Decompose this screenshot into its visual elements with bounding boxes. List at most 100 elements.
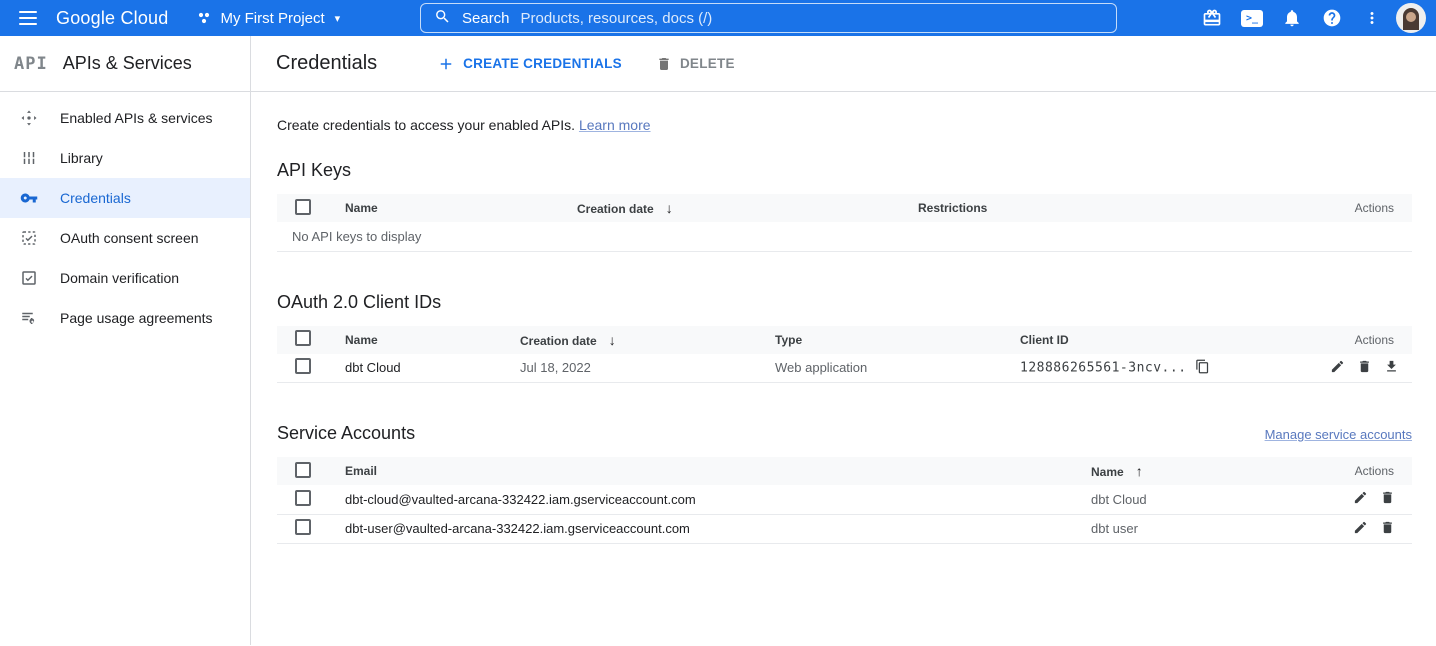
- oauth-clients-table: Name Creation date↓ Type Client ID Actio…: [277, 326, 1412, 384]
- help-icon: [1322, 8, 1342, 28]
- search-bar[interactable]: Search Products, resources, docs (/): [420, 3, 1117, 33]
- sidebar-item-label: Enabled APIs & services: [60, 110, 213, 126]
- edit-service-account-button[interactable]: [1353, 490, 1368, 508]
- delete-button[interactable]: DELETE: [656, 56, 735, 72]
- delete-service-account-button[interactable]: [1380, 490, 1395, 508]
- trash-icon: [1380, 490, 1395, 505]
- empty-state-text: No API keys to display: [277, 222, 1412, 251]
- create-credentials-button[interactable]: CREATE CREDENTIALS: [437, 55, 622, 73]
- column-header-actions: Actions: [1312, 194, 1412, 222]
- sort-desc-icon: ↓: [609, 332, 616, 348]
- select-all-checkbox[interactable]: [295, 199, 311, 215]
- service-accounts-table: Email Name↑ Actions dbt-cloud@vaulted-ar…: [277, 457, 1412, 544]
- project-name: My First Project: [220, 10, 324, 27]
- sidebar-item-label: Library: [60, 150, 103, 166]
- column-header-name[interactable]: Name: [329, 326, 504, 354]
- table-row: dbt-user@vaulted-arcana-332422.iam.gserv…: [277, 514, 1412, 543]
- learn-more-link[interactable]: Learn more: [579, 117, 651, 133]
- api-product-icon: API: [14, 54, 48, 74]
- sidebar-item-label: Credentials: [60, 190, 131, 206]
- sidebar-nav: Enabled APIs & services Library Credenti…: [0, 92, 251, 645]
- table-row: dbt Cloud Jul 18, 2022 Web application 1…: [277, 354, 1412, 383]
- help-button[interactable]: [1316, 2, 1348, 34]
- sidebar-title: APIs & Services: [63, 53, 192, 74]
- column-header-client-id[interactable]: Client ID: [1004, 326, 1302, 354]
- delete-service-account-button[interactable]: [1380, 520, 1395, 538]
- more-options-button[interactable]: [1356, 2, 1388, 34]
- intro-text: Create credentials to access your enable…: [277, 117, 1412, 133]
- library-icon: [20, 149, 38, 167]
- sidebar-item-domain-verification[interactable]: Domain verification: [0, 258, 250, 298]
- sidebar-header: API APIs & Services: [0, 36, 251, 91]
- sidebar-item-oauth-consent[interactable]: OAuth consent screen: [0, 218, 250, 258]
- row-checkbox[interactable]: [295, 519, 311, 535]
- sidebar-item-credentials[interactable]: Credentials: [0, 178, 250, 218]
- google-cloud-logo[interactable]: Google Cloud: [56, 8, 168, 29]
- column-header-creation-date[interactable]: Creation date↓: [561, 194, 902, 222]
- column-header-restrictions[interactable]: Restrictions: [902, 194, 1312, 222]
- column-header-name[interactable]: Name: [329, 194, 561, 222]
- search-icon: [434, 8, 451, 29]
- edit-client-button[interactable]: [1330, 359, 1345, 377]
- column-header-email[interactable]: Email: [329, 457, 1075, 485]
- sort-asc-icon: ↑: [1136, 463, 1143, 479]
- cloud-shell-icon: >_: [1241, 10, 1263, 27]
- service-accounts-header-row: Email Name↑ Actions: [277, 457, 1412, 485]
- hamburger-menu-button[interactable]: [0, 0, 56, 36]
- select-all-checkbox[interactable]: [295, 462, 311, 478]
- edit-icon: [1353, 490, 1368, 505]
- delete-label: DELETE: [680, 56, 735, 71]
- cloud-shell-button[interactable]: >_: [1236, 2, 1268, 34]
- trash-icon: [1357, 359, 1372, 374]
- api-keys-empty-row: No API keys to display: [277, 222, 1412, 251]
- oauth-consent-icon: [20, 229, 38, 247]
- avatar[interactable]: [1396, 3, 1426, 33]
- column-header-creation-date[interactable]: Creation date↓: [504, 326, 759, 354]
- column-header-type[interactable]: Type: [759, 326, 1004, 354]
- edit-icon: [1330, 359, 1345, 374]
- table-row: dbt-cloud@vaulted-arcana-332422.iam.gser…: [277, 485, 1412, 514]
- client-type: Web application: [759, 354, 1004, 383]
- enabled-apis-icon: [20, 109, 38, 127]
- notifications-button[interactable]: [1276, 2, 1308, 34]
- topbar: Google Cloud My First Project ▾ Search P…: [0, 0, 1436, 36]
- copy-icon: [1195, 359, 1210, 374]
- row-checkbox[interactable]: [295, 358, 311, 374]
- client-name: dbt Cloud: [329, 354, 504, 383]
- service-account-email: dbt-user@vaulted-arcana-332422.iam.gserv…: [329, 514, 1075, 543]
- trash-icon: [1380, 520, 1395, 535]
- oauth-title: OAuth 2.0 Client IDs: [277, 292, 1412, 313]
- more-vert-icon: [1363, 9, 1381, 27]
- main-content: Create credentials to access your enable…: [251, 92, 1436, 645]
- promotions-button[interactable]: [1196, 2, 1228, 34]
- manage-service-accounts-link[interactable]: Manage service accounts: [1265, 427, 1412, 442]
- row-actions: [1325, 485, 1412, 514]
- client-id-cell: 128886265561-3ncv...: [1004, 354, 1302, 383]
- page-header-row: API APIs & Services Credentials CREATE C…: [0, 36, 1436, 92]
- service-accounts-header: Service Accounts Manage service accounts: [277, 423, 1412, 444]
- column-header-actions: Actions: [1302, 326, 1412, 354]
- service-account-email: dbt-cloud@vaulted-arcana-332422.iam.gser…: [329, 485, 1075, 514]
- select-all-checkbox[interactable]: [295, 330, 311, 346]
- client-id-value: 128886265561-3ncv...: [1020, 360, 1187, 375]
- column-header-name[interactable]: Name↑: [1075, 457, 1325, 485]
- gift-icon: [1202, 8, 1222, 28]
- edit-service-account-button[interactable]: [1353, 520, 1368, 538]
- row-checkbox[interactable]: [295, 490, 311, 506]
- domain-verification-icon: [20, 269, 38, 287]
- download-client-button[interactable]: [1384, 359, 1399, 377]
- edit-icon: [1353, 520, 1368, 535]
- service-account-name: dbt user: [1075, 514, 1325, 543]
- oauth-header-row: Name Creation date↓ Type Client ID Actio…: [277, 326, 1412, 354]
- copy-client-id-button[interactable]: [1195, 359, 1210, 377]
- sidebar-item-label: Domain verification: [60, 270, 179, 286]
- page-usage-icon: [20, 309, 38, 327]
- delete-client-button[interactable]: [1357, 359, 1372, 377]
- sidebar-item-page-usage-agreements[interactable]: Page usage agreements: [0, 298, 250, 338]
- project-selector[interactable]: My First Project ▾: [196, 10, 340, 27]
- sidebar-item-library[interactable]: Library: [0, 138, 250, 178]
- sort-desc-icon: ↓: [666, 200, 673, 216]
- search-label: Search: [462, 10, 510, 27]
- topbar-actions: >_: [1196, 0, 1426, 36]
- sidebar-item-enabled-apis[interactable]: Enabled APIs & services: [0, 98, 250, 138]
